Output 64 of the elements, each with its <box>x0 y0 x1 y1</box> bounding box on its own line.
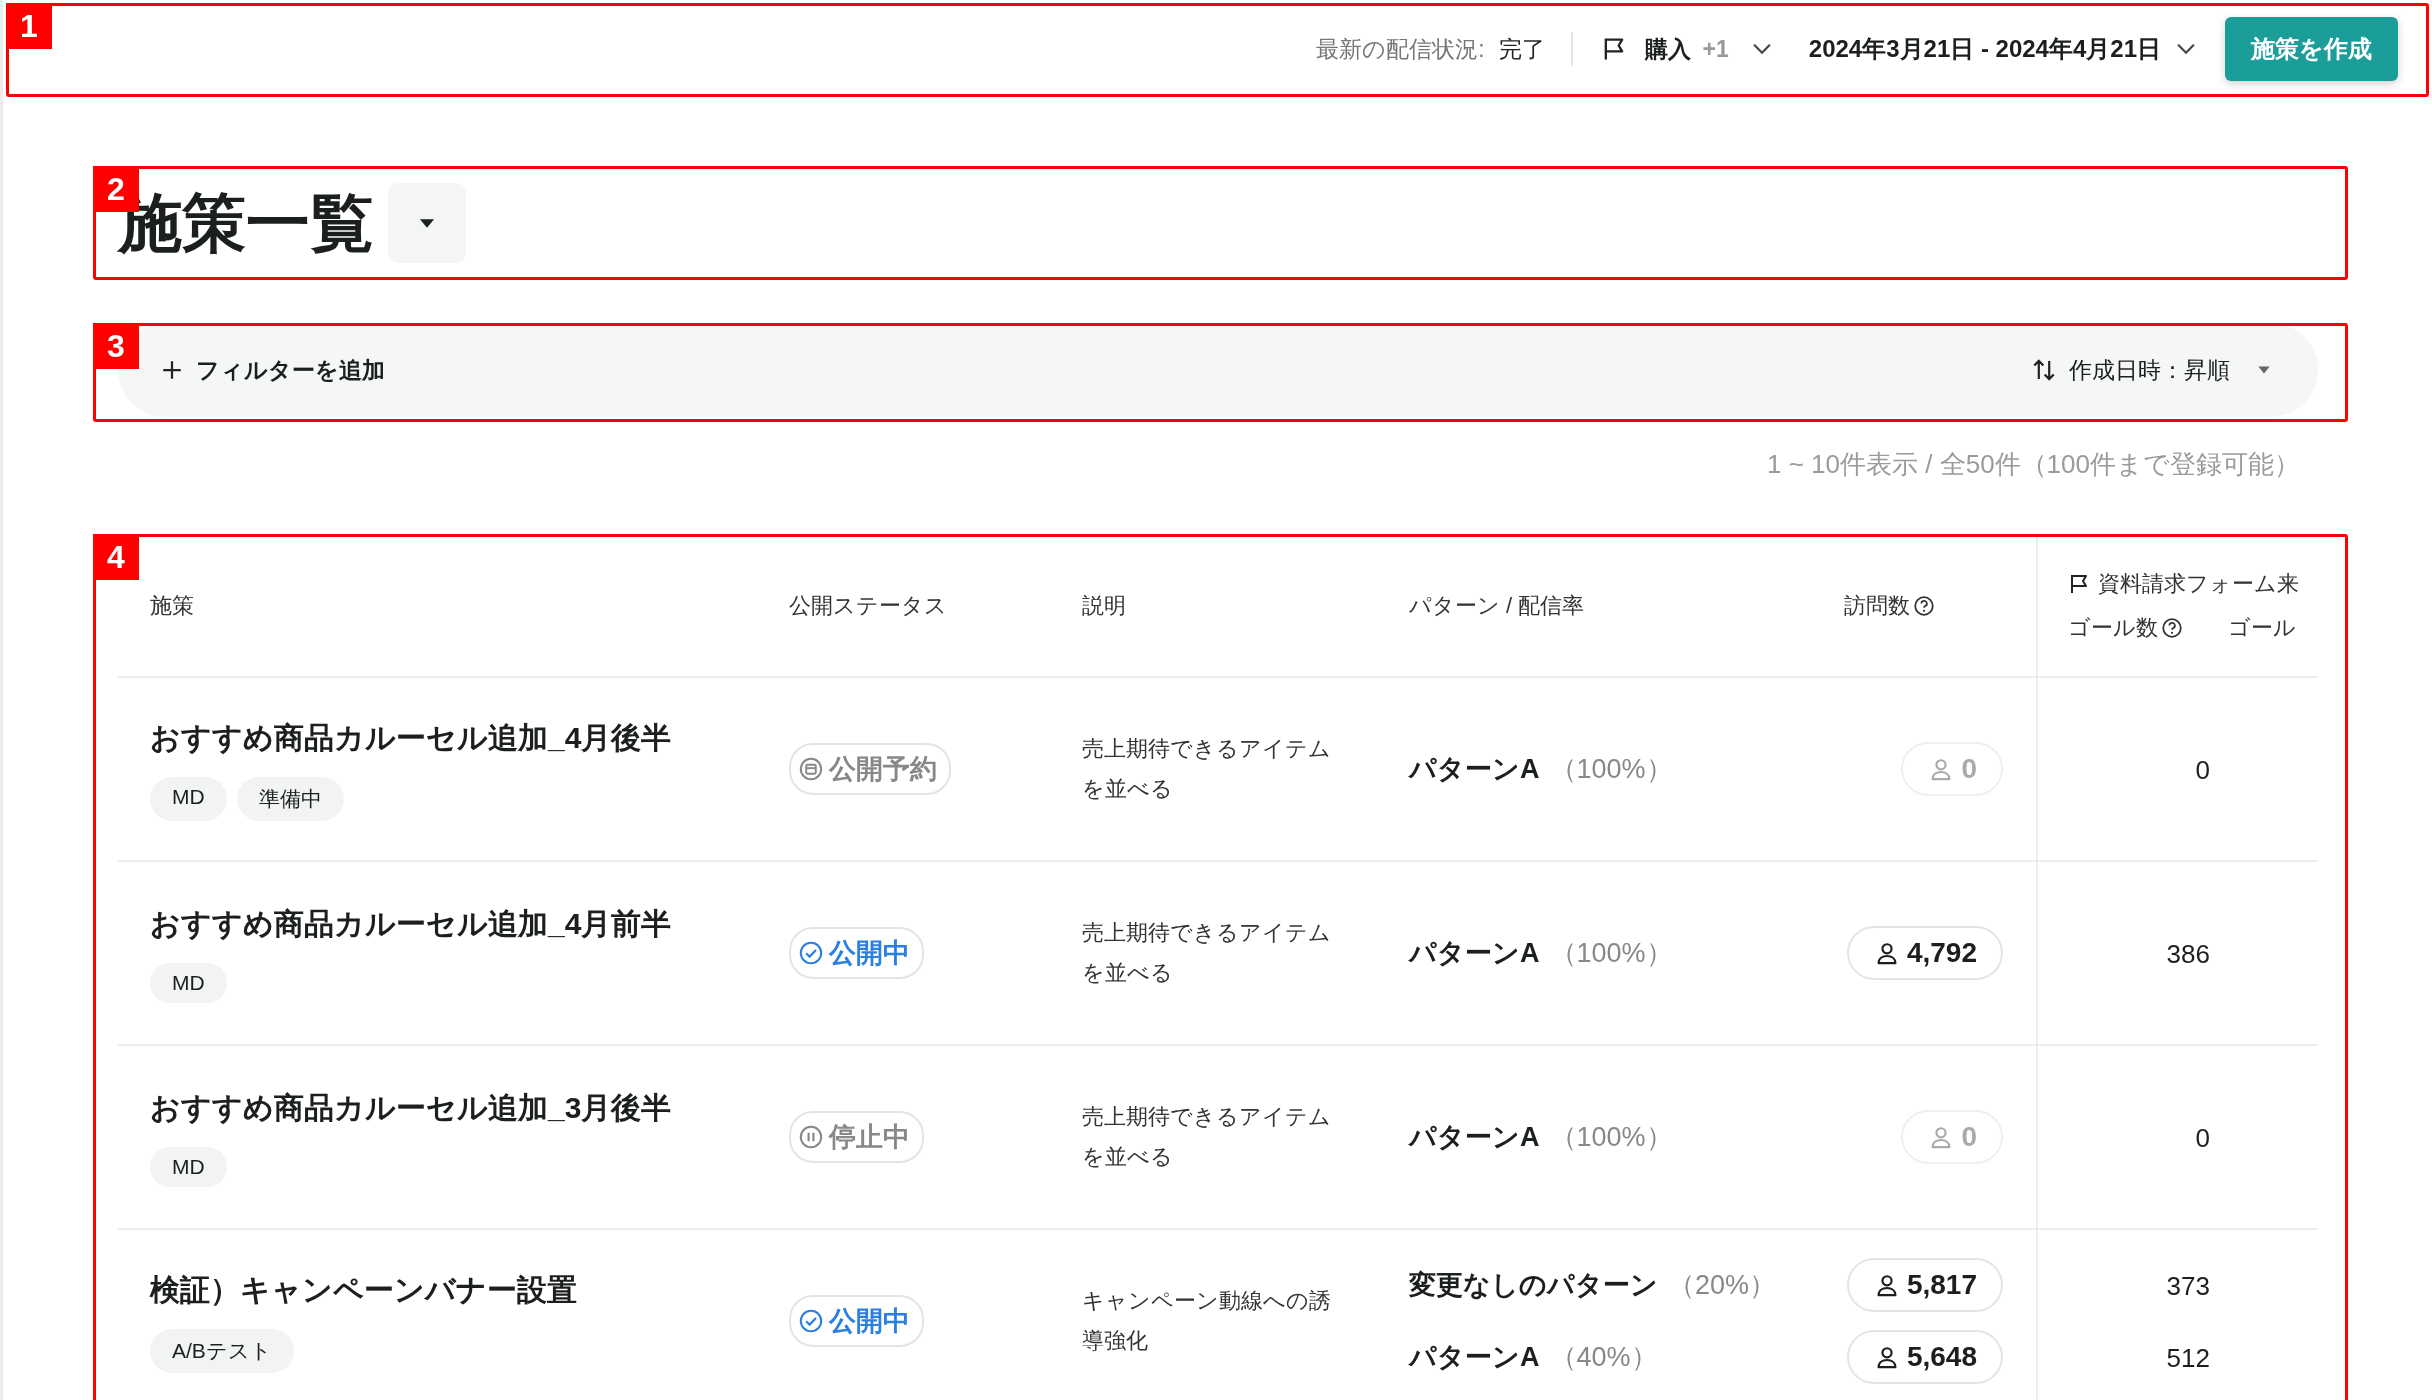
date-range-dropdown[interactable]: 2024年3月21日 - 2024年4月21日 <box>1808 33 2197 65</box>
goal-count: 0 <box>2195 1122 2210 1154</box>
visits-badge: 5,817 <box>1846 1258 2003 1312</box>
annotation-label: 4 <box>93 534 139 580</box>
column-header: ゴール数 <box>2068 614 2158 642</box>
tag: MD <box>150 962 227 1003</box>
tag: A/Bテスト <box>150 1328 294 1373</box>
pattern-name: パターンA <box>1409 937 1540 970</box>
goal-count: 0 <box>2195 754 2210 786</box>
flag-icon <box>2068 572 2090 596</box>
tag: MD <box>150 776 227 821</box>
sort-dropdown[interactable]: 作成日時：昇順 <box>2031 354 2272 386</box>
status-badge: 停止中 <box>789 1111 924 1163</box>
check-circle-icon <box>799 1309 823 1333</box>
visits-badge: 4,792 <box>1846 926 2003 980</box>
delivery-rate: （40%） <box>1549 1341 1658 1374</box>
campaign-title[interactable]: おすすめ商品カルーセル追加_4月後半 <box>150 717 789 759</box>
pattern-name: パターンA <box>1409 753 1540 786</box>
description-text: 売上期待できるアイテムを並べる <box>1082 919 1332 987</box>
status-badge: 公開予約 <box>789 743 951 795</box>
pattern-name: パターンA <box>1409 1121 1540 1154</box>
plus-icon <box>162 360 182 380</box>
pattern-name: パターンA <box>1409 1341 1540 1374</box>
delivery-rate: （100%） <box>1549 937 1673 970</box>
campaign-title[interactable]: 検証）キャンペーンバナー設置 <box>150 1269 789 1311</box>
help-icon[interactable] <box>1913 595 1935 617</box>
column-header: 訪問数 <box>1844 592 1910 620</box>
delivery-status-label: 最新の配信状況: <box>1316 34 1485 64</box>
description-text: 売上期待できるアイテムを並べる <box>1082 1103 1332 1171</box>
description-text: 売上期待できるアイテムを並べる <box>1082 735 1332 803</box>
goal-group-header: 資料請求フォーム来 <box>2098 570 2299 598</box>
tag: 準備中 <box>236 776 344 821</box>
goal-count: 373 <box>2166 1270 2210 1302</box>
check-circle-icon <box>799 941 823 965</box>
status-badge: 公開中 <box>789 1295 924 1347</box>
campaign-title[interactable]: おすすめ商品カルーセル追加_4月前半 <box>150 903 789 945</box>
goal-dropdown[interactable]: 購入 +1 <box>1600 33 1773 65</box>
annotation-label: 1 <box>6 3 52 49</box>
visits-badge: 5,648 <box>1846 1330 2003 1384</box>
column-header: 施策 <box>150 592 195 620</box>
visits-badge: 0 <box>1901 742 2003 796</box>
calendar-icon <box>799 757 823 781</box>
column-header: ゴール <box>2228 614 2296 642</box>
delivery-status-value: 完了 <box>1498 34 1545 64</box>
column-header: 公開ステータス <box>789 592 948 620</box>
annotation-label: 3 <box>93 323 139 369</box>
status-badge: 公開中 <box>789 927 924 979</box>
add-filter-button[interactable]: フィルターを追加 <box>162 354 385 386</box>
sort-arrows-icon <box>2031 357 2057 383</box>
visits-badge: 0 <box>1901 1110 2003 1164</box>
result-count: 1 ~ 10件表示 / 全50件（100件まで登録可能） <box>1767 448 2300 481</box>
help-icon[interactable] <box>2161 617 2183 639</box>
tag: MD <box>150 1146 227 1187</box>
goal-count: 512 <box>2166 1342 2210 1374</box>
column-header: 説明 <box>1082 592 1127 620</box>
goal-count: 386 <box>2166 938 2210 970</box>
delivery-rate: （20%） <box>1668 1269 1777 1302</box>
delivery-rate: （100%） <box>1549 753 1673 786</box>
description-text: キャンペーン動線への誘導強化 <box>1082 1287 1332 1355</box>
pattern-name: 変更なしのパターン <box>1409 1269 1658 1302</box>
column-header: パターン / 配信率 <box>1409 592 1586 620</box>
delivery-rate: （100%） <box>1549 1121 1673 1154</box>
pause-icon <box>799 1125 823 1149</box>
campaign-title[interactable]: おすすめ商品カルーセル追加_3月後半 <box>150 1087 789 1129</box>
